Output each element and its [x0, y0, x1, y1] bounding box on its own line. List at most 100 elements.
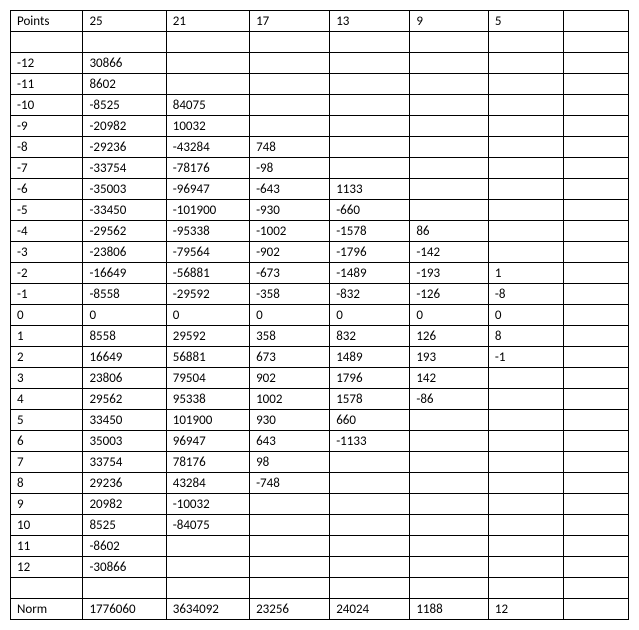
- table-cell: [564, 494, 629, 515]
- table-cell: 1188: [410, 599, 489, 620]
- table-cell: -33754: [83, 158, 166, 179]
- table-cell: [250, 74, 330, 95]
- table-cell: [488, 452, 563, 473]
- table-cell: -1489: [330, 263, 410, 284]
- table-row: 533450101900930660: [11, 410, 629, 431]
- table-cell: -660: [330, 200, 410, 221]
- table-cell: -98: [250, 158, 330, 179]
- table-cell: 2: [11, 347, 83, 368]
- table-cell: [330, 32, 410, 53]
- table-cell: [330, 116, 410, 137]
- table-cell: [166, 32, 249, 53]
- table-cell: -748: [250, 473, 330, 494]
- table-cell: 9: [11, 494, 83, 515]
- table-cell: 193: [410, 347, 489, 368]
- table-row: -1230866: [11, 53, 629, 74]
- table-cell: [330, 95, 410, 116]
- header-cell: Points: [11, 11, 83, 32]
- table-cell: -2: [11, 263, 83, 284]
- table-row: 323806795049021796142: [11, 368, 629, 389]
- table-cell: [488, 200, 563, 221]
- table-cell: [410, 53, 489, 74]
- table-cell: 35003: [83, 431, 166, 452]
- table-row: -9-2098210032: [11, 116, 629, 137]
- table-cell: -101900: [166, 200, 249, 221]
- table-cell: [410, 431, 489, 452]
- table-cell: [488, 95, 563, 116]
- header-cell: 17: [250, 11, 330, 32]
- table-cell: [564, 221, 629, 242]
- table-cell: 0: [11, 305, 83, 326]
- table-cell: 8602: [83, 74, 166, 95]
- table-cell: [330, 452, 410, 473]
- table-cell: 6: [11, 431, 83, 452]
- table-cell: 1776060: [83, 599, 166, 620]
- table-row: -5-33450-101900-930-660: [11, 200, 629, 221]
- table-cell: -30866: [83, 557, 166, 578]
- table-cell: [564, 284, 629, 305]
- table-cell: -29562: [83, 221, 166, 242]
- table-cell: [330, 158, 410, 179]
- table-cell: [488, 557, 563, 578]
- table-cell: [330, 578, 410, 599]
- table-cell: 101900: [166, 410, 249, 431]
- header-cell: 5: [488, 11, 563, 32]
- table-cell: 1489: [330, 347, 410, 368]
- table-cell: [488, 410, 563, 431]
- table-row: Points2521171395: [11, 11, 629, 32]
- table-cell: 8: [488, 326, 563, 347]
- table-cell: [564, 515, 629, 536]
- table-row: 82923643284-748: [11, 473, 629, 494]
- table-cell: [410, 452, 489, 473]
- table-cell: 30866: [83, 53, 166, 74]
- table-cell: 79504: [166, 368, 249, 389]
- table-cell: 29562: [83, 389, 166, 410]
- table-cell: -8558: [83, 284, 166, 305]
- table-cell: 56881: [166, 347, 249, 368]
- table-cell: [564, 200, 629, 221]
- table-cell: 1002: [250, 389, 330, 410]
- table-cell: [11, 32, 83, 53]
- table-cell: [564, 137, 629, 158]
- table-cell: 29236: [83, 473, 166, 494]
- table-cell: [250, 494, 330, 515]
- table-cell: -902: [250, 242, 330, 263]
- table-cell: [11, 578, 83, 599]
- table-cell: 8525: [83, 515, 166, 536]
- table-cell: -35003: [83, 179, 166, 200]
- table-cell: [330, 557, 410, 578]
- table-cell: 643: [250, 431, 330, 452]
- table-cell: -78176: [166, 158, 249, 179]
- table-cell: -1: [488, 347, 563, 368]
- table-cell: [488, 221, 563, 242]
- table-cell: 4: [11, 389, 83, 410]
- table-cell: [488, 137, 563, 158]
- table-cell: 86: [410, 221, 489, 242]
- table-row: -3-23806-79564-902-1796-142: [11, 242, 629, 263]
- table-cell: 95338: [166, 389, 249, 410]
- table-cell: [330, 137, 410, 158]
- table-row: -1-8558-29592-358-832-126-8: [11, 284, 629, 305]
- table-cell: 98: [250, 452, 330, 473]
- table-cell: [250, 536, 330, 557]
- table-row: -7-33754-78176-98: [11, 158, 629, 179]
- table-cell: [564, 179, 629, 200]
- table-cell: -7: [11, 158, 83, 179]
- table-cell: [488, 536, 563, 557]
- table-cell: [488, 74, 563, 95]
- table-cell: 1133: [330, 179, 410, 200]
- table-cell: -8: [11, 137, 83, 158]
- table-cell: [410, 179, 489, 200]
- table-cell: 8: [11, 473, 83, 494]
- table-row: -8-29236-43284748: [11, 137, 629, 158]
- table-cell: [564, 263, 629, 284]
- table-cell: -11: [11, 74, 83, 95]
- table-cell: -930: [250, 200, 330, 221]
- header-cell: 25: [83, 11, 166, 32]
- table-cell: -673: [250, 263, 330, 284]
- table-row: 7337547817698: [11, 452, 629, 473]
- table-cell: -56881: [166, 263, 249, 284]
- table-cell: [410, 473, 489, 494]
- table-cell: -95338: [166, 221, 249, 242]
- table-cell: [488, 494, 563, 515]
